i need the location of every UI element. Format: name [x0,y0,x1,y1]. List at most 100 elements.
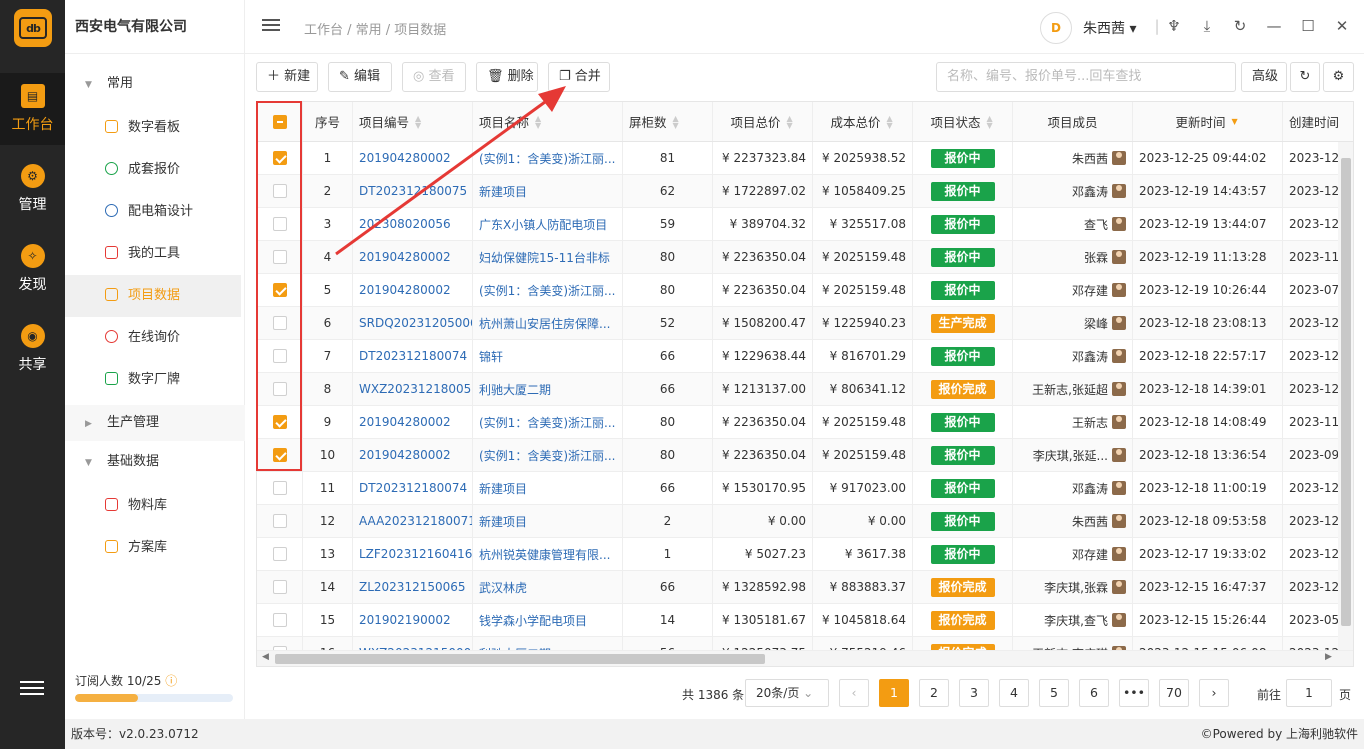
project-name-link[interactable]: 利驰大厦二期 [479,381,551,398]
table-row[interactable]: 6 SRDQ202312050060 杭州萧山安居住房保障... 52 ¥ 150820… [257,307,1353,340]
search-input[interactable]: 名称、编号、报价单号...回车查找 [936,62,1236,92]
menu-quote[interactable]: 成套报价 [65,149,241,191]
project-code-link[interactable]: DT202312180074 [359,481,467,495]
shirt-icon[interactable]: ♆ [1165,17,1183,35]
table-row[interactable]: 12 AAA202312180071 新建项目 2 ¥ 0.00 ¥ 0.00 报价中 朱西茜… [257,505,1353,538]
project-name-link[interactable]: 杭州萧山安居住房保障... [479,315,610,332]
page-size-select[interactable]: 20条/页 ⌄ [745,679,829,707]
group-base-data[interactable]: ▼ 基础数据 [65,444,245,480]
prev-page-button[interactable]: ‹ [839,679,869,707]
col-header[interactable]: 项目状态 ▲ ▼ [913,102,1013,141]
project-name-link[interactable]: 杭州锐英健康管理有限... [479,546,610,563]
project-code-link[interactable]: 201902190002 [359,613,451,627]
table-row[interactable]: 15 201902190002 钱学森小学配电项目 14 ¥ 1305181.67 ¥ 1… [257,604,1353,637]
row-checkbox[interactable] [272,580,287,594]
page-button[interactable]: 70 [1159,679,1189,707]
page-button[interactable]: 3 [959,679,989,707]
goto-page-input[interactable]: 1 [1286,679,1332,707]
refresh-icon[interactable]: ↻ [1290,62,1320,92]
project-name-link[interactable]: 新建项目 [479,513,527,530]
nav-discover[interactable]: ✧ 发现 [0,233,65,305]
page-button[interactable]: 4 [999,679,1029,707]
page-button[interactable]: 2 [919,679,949,707]
created-time: 2023-12- [1289,217,1344,231]
new-button[interactable]: ＋ 新建 [256,62,318,92]
scroll-thumb[interactable] [1341,158,1351,626]
row-checkbox[interactable] [272,613,287,627]
menu-icon[interactable] [20,677,44,697]
user-menu[interactable]: 朱西茜 ▾ [1083,18,1136,38]
project-code-link[interactable]: 201904280002 [359,448,451,462]
menu-material[interactable]: 物料库 [65,485,241,527]
nav-share[interactable]: ◉ 共享 [0,313,65,385]
total-price: ¥ 2236350.04 [722,283,806,297]
created-time: 2023-11- [1289,250,1344,264]
page-button[interactable]: ••• [1119,679,1149,707]
table-row[interactable]: 7 DT202312180074 锦轩 66 ¥ 1229638.44 ¥ 816701.… [257,340,1353,373]
horizontal-scrollbar[interactable]: ◀ ▶ [257,650,1353,666]
project-name-link[interactable]: 新建项目 [479,480,527,497]
vertical-scrollbar[interactable] [1338,142,1353,650]
project-name-link[interactable]: (实例1：含美变)浙江丽... [479,414,615,431]
scroll-right-icon[interactable]: ▶ [1325,652,1332,662]
project-code-link[interactable]: AAA202312180071 [359,514,472,528]
table-row[interactable]: 14 ZL202312150065 武汉林虎 66 ¥ 1328592.98 ¥ 8838… [257,571,1353,604]
group-common[interactable]: ▼ 常用 [65,66,245,102]
menu-online-inquiry[interactable]: 在线询价 [65,317,241,359]
table-row[interactable]: 9 201904280002 (实例1：含美变)浙江丽... 80 ¥ 2236350.… [257,406,1353,439]
menu-dashboard[interactable]: 数字看板 [65,107,241,149]
refresh-icon[interactable]: ↻ [1231,17,1249,35]
close-icon[interactable]: ✕ [1333,17,1351,35]
table-row[interactable]: 13 LZF202312160416 杭州锐英健康管理有限... 1 ¥ 5027.23… [257,538,1353,571]
next-page-button[interactable]: › [1199,679,1229,707]
status-badge: 报价中 [930,412,995,432]
scroll-left-icon[interactable]: ◀ [262,652,269,662]
user-icon [1112,547,1126,561]
scroll-thumb[interactable] [275,654,765,664]
col-header[interactable]: 屏柜数 ▲ ▼ [623,102,713,141]
avatar[interactable]: D [1040,12,1072,44]
row-checkbox[interactable] [272,514,287,528]
project-code-link[interactable]: WXZ202312180059 [359,382,472,396]
project-name-link[interactable]: 钱学森小学配电项目 [479,612,587,629]
collapse-menu-icon[interactable] [262,19,280,33]
row-checkbox[interactable] [272,547,287,561]
menu-scheme[interactable]: 方案库 [65,527,241,569]
table-row[interactable]: 11 DT202312180074 新建项目 66 ¥ 1530170.95 ¥ 9170… [257,472,1353,505]
project-code-link[interactable]: SRDQ202312050060 [359,316,472,330]
col-header[interactable]: 成本总价 ▲ ▼ [813,102,913,141]
project-name-link[interactable]: 锦轩 [479,348,503,365]
table-row[interactable]: 5 201904280002 (实例1：含美变)浙江丽... 80 ¥ 2236350.… [257,274,1353,307]
project-code-link[interactable]: 201904280002 [359,283,451,297]
nav-manage[interactable]: ⚙ 管理 [0,153,65,225]
col-header[interactable]: 项目总价 ▲ ▼ [713,102,813,141]
menu-label: 数字厂牌 [128,372,181,387]
project-code-link[interactable]: 201904280002 [359,415,451,429]
project-code-link[interactable]: DT202312180074 [359,349,467,363]
cabinet-count: 59 [659,217,676,231]
page-button[interactable]: 1 [879,679,909,707]
table-row[interactable]: 10 201904280002 (实例1：含美变)浙江丽... 80 ¥ 2236350… [257,439,1353,472]
maximize-icon[interactable]: ☐ [1299,17,1317,35]
table-row[interactable]: 8 WXZ202312180059 利驰大厦二期 66 ¥ 1213137.00 ¥ 80… [257,373,1353,406]
page-button[interactable]: 5 [1039,679,1069,707]
group-production[interactable]: ▶ 生产管理 [65,405,245,441]
minimize-icon[interactable]: — [1265,17,1283,35]
table-cell: ¥ 0.00 [713,505,813,537]
menu-digital-brand[interactable]: 数字厂牌 [65,359,241,401]
project-name-link[interactable]: (实例1：含美变)浙江丽... [479,282,615,299]
project-name-link[interactable]: 武汉林虎 [479,579,527,596]
download-icon[interactable]: ⤓ [1198,17,1216,35]
settings-icon[interactable]: ⚙ [1323,62,1354,92]
project-name-link[interactable]: (实例1：含美变)浙江丽... [479,447,615,464]
menu-my-tools[interactable]: 我的工具 [65,233,241,275]
menu-project-data[interactable]: 项目数据 [65,275,241,317]
advanced-button[interactable]: 高级 [1241,62,1287,92]
col-header[interactable]: 更新时间 ▼ [1133,102,1283,141]
page-button[interactable]: 6 [1079,679,1109,707]
project-code-link[interactable]: ZL202312150065 [359,580,466,594]
menu-box-design[interactable]: 配电箱设计 [65,191,241,233]
nav-workbench[interactable]: ▤ 工作台 [0,73,65,145]
row-checkbox[interactable] [272,481,287,495]
project-code-link[interactable]: LZF202312160416 [359,547,472,561]
